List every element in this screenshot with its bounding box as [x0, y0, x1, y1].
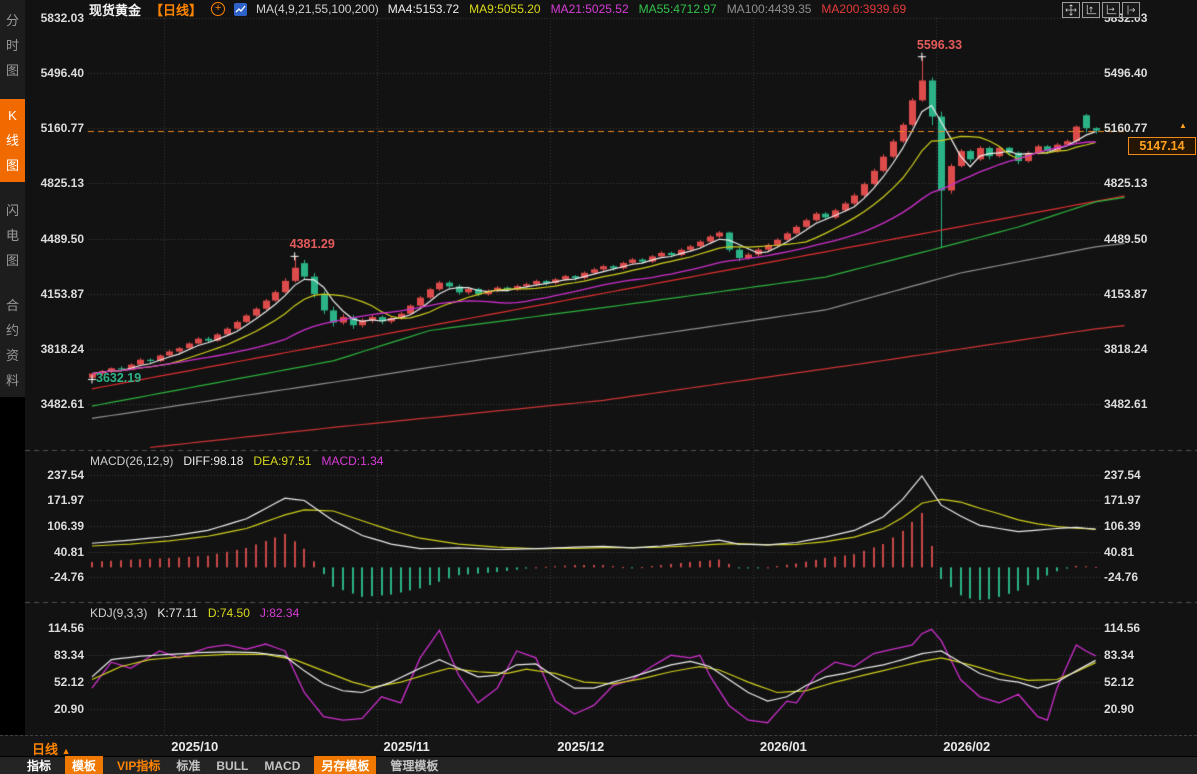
- y-axis-label-left: 5160.77: [20, 121, 84, 135]
- price-chart-canvas[interactable]: [0, 0, 1197, 735]
- y-axis-label-right: 40.81: [1104, 545, 1134, 559]
- toolbar-tab-macd[interactable]: MACD: [262, 759, 302, 773]
- price-annotation: 4381.29: [290, 237, 335, 251]
- toolbar-tab-manage-template[interactable]: 管理模板: [388, 757, 440, 774]
- current-price-tag: 5147.14: [1128, 137, 1196, 155]
- y-axis-label-right: 83.34: [1104, 648, 1134, 662]
- toolbar-tab-save-template[interactable]: 另存模板: [314, 756, 376, 774]
- shift-right-icon[interactable]: [1122, 2, 1140, 18]
- y-axis-label-right: 4153.87: [1104, 287, 1147, 301]
- macd-legend-value-2: MACD:1.34: [321, 454, 383, 468]
- sidebar-tab-time-chart[interactable]: 分时图: [0, 4, 25, 87]
- y-axis-label-right: 3482.61: [1104, 397, 1147, 411]
- toolbar-tab-standard[interactable]: 标准: [174, 757, 202, 774]
- chart-tool-icons: [1062, 2, 1140, 18]
- ma-value-0: MA4:5153.72: [388, 2, 459, 16]
- chart-type-icon[interactable]: [234, 3, 247, 16]
- y-axis-label-right: 114.56: [1104, 621, 1140, 635]
- toolbar-tab-vip-indicator[interactable]: VIP指标: [115, 757, 162, 774]
- chevron-up-icon: ▲: [62, 746, 71, 756]
- y-axis-label-left: 4825.13: [20, 176, 84, 190]
- sidebar-tabs: 分时图 K线图闪电图合约资料: [0, 0, 25, 397]
- period-selector-label: 日线: [32, 742, 58, 757]
- x-axis-scale-icon[interactable]: [1102, 2, 1120, 18]
- y-axis-label-right: 52.12: [1104, 675, 1134, 689]
- date-axis-row: 日线 ▲ 2025/10 2025/11 2025/12 2026/01 2026/02: [0, 735, 1197, 756]
- y-axis-label-left: 52.12: [20, 675, 84, 689]
- price-arrow-icon[interactable]: ▲: [1179, 121, 1187, 130]
- macd-name: MACD(26,12,9): [90, 454, 173, 468]
- y-axis-label-left: 114.56: [20, 621, 84, 635]
- kdj-legend-value-0: K:77.11: [157, 606, 197, 620]
- y-axis-label-left: 83.34: [20, 648, 84, 662]
- x-axis-label: 2025/10: [171, 739, 218, 754]
- y-axis-label-right: 3818.24: [1104, 342, 1147, 356]
- y-axis-label-right: 20.90: [1104, 702, 1134, 716]
- toolbar-tab-template[interactable]: 模板: [65, 756, 103, 774]
- y-axis-label-left: 3818.24: [20, 342, 84, 356]
- y-axis-label-left: 4489.50: [20, 232, 84, 246]
- y-axis-label-right: 4825.13: [1104, 176, 1147, 190]
- sidebar-tab-lightning-chart[interactable]: 闪电图: [0, 194, 25, 277]
- kdj-legend-value-2: J:82.34: [260, 606, 299, 620]
- kdj-name: KDJ(9,3,3): [90, 606, 147, 620]
- ma-value-4: MA100:4439.35: [727, 2, 812, 16]
- y-axis-label-right: 106.39: [1104, 519, 1141, 533]
- kdj-legend-value-1: D:74.50: [208, 606, 250, 620]
- y-axis-label-left: 40.81: [20, 545, 84, 559]
- trading-app-window: 分时图 K线图闪电图合约资料 现货黄金 【日线】 + MA(4,9,21,55,1…: [0, 0, 1197, 774]
- symbol-name: 现货黄金: [89, 0, 141, 19]
- x-axis-label: 2025/11: [384, 739, 430, 754]
- toolbar-tab-indicator[interactable]: 指标: [25, 757, 53, 774]
- y-axis-label-left: 106.39: [20, 519, 84, 533]
- y-axis-label-left: 5496.40: [20, 66, 84, 80]
- macd-legend-value-1: DEA:97.51: [253, 454, 311, 468]
- y-axis-label-right: 5160.77: [1104, 121, 1147, 135]
- bottom-toolbar: 指标模板 VIP指标标准 BULL MACD 另存模板管理模板: [0, 756, 1197, 774]
- sidebar-tab-contract-info[interactable]: 合约资料: [0, 289, 25, 397]
- chart-header: 现货黄金 【日线】 + MA(4,9,21,55,100,200) MA4:51…: [89, 1, 906, 17]
- ma-settings-label: MA(4,9,21,55,100,200): [256, 2, 379, 16]
- ma-legend: MA4:5153.72 MA9:5055.20 MA21:5025.52 MA55:4…: [388, 2, 906, 16]
- y-axis-label-left: 3482.61: [20, 397, 84, 411]
- price-annotation: 3632.19: [96, 371, 141, 385]
- y-axis-label-left: 5832.03: [20, 11, 84, 25]
- macd-legend: MACD(26,12,9) DIFF:98.18 DEA:97.51 MACD:1.…: [90, 454, 383, 468]
- macd-legend-value-0: DIFF:98.18: [183, 454, 243, 468]
- y-axis-label-right: 5496.40: [1104, 66, 1147, 80]
- left-sidebar: 分时图 K线图闪电图合约资料: [0, 0, 25, 735]
- x-axis-label: 2025/12: [557, 739, 604, 754]
- period-badge[interactable]: 【日线】: [150, 0, 202, 19]
- price-annotation: 5596.33: [917, 38, 962, 52]
- y-axis-label-right: 237.54: [1104, 468, 1141, 482]
- ma-value-3: MA55:4712.97: [639, 2, 717, 16]
- y-axis-label-right: 171.97: [1104, 493, 1141, 507]
- ma-value-2: MA21:5025.52: [551, 2, 629, 16]
- x-axis-label: 2026/02: [943, 739, 990, 754]
- ma-value-5: MA200:3939.69: [821, 2, 906, 16]
- kdj-legend: KDJ(9,3,3) K:77.11 D:74.50 J:82.34: [90, 606, 299, 620]
- ma-value-1: MA9:5055.20: [469, 2, 540, 16]
- y-axis-label-left: -24.76: [20, 570, 84, 584]
- x-axis-label: 2026/01: [760, 739, 807, 754]
- y-axis-label-left: 4153.87: [20, 287, 84, 301]
- pan-tool-icon[interactable]: [1062, 2, 1080, 18]
- y-axis-scale-icon[interactable]: [1082, 2, 1100, 18]
- y-axis-label-left: 237.54: [20, 468, 84, 482]
- circle-plus-icon[interactable]: +: [211, 2, 225, 16]
- sidebar-tab-kline-chart[interactable]: K线图: [0, 99, 25, 182]
- y-axis-label-right: -24.76: [1104, 570, 1138, 584]
- y-axis-label-right: 4489.50: [1104, 232, 1147, 246]
- toolbar-tab-bull[interactable]: BULL: [214, 759, 250, 773]
- y-axis-label-left: 171.97: [20, 493, 84, 507]
- y-axis-label-left: 20.90: [20, 702, 84, 716]
